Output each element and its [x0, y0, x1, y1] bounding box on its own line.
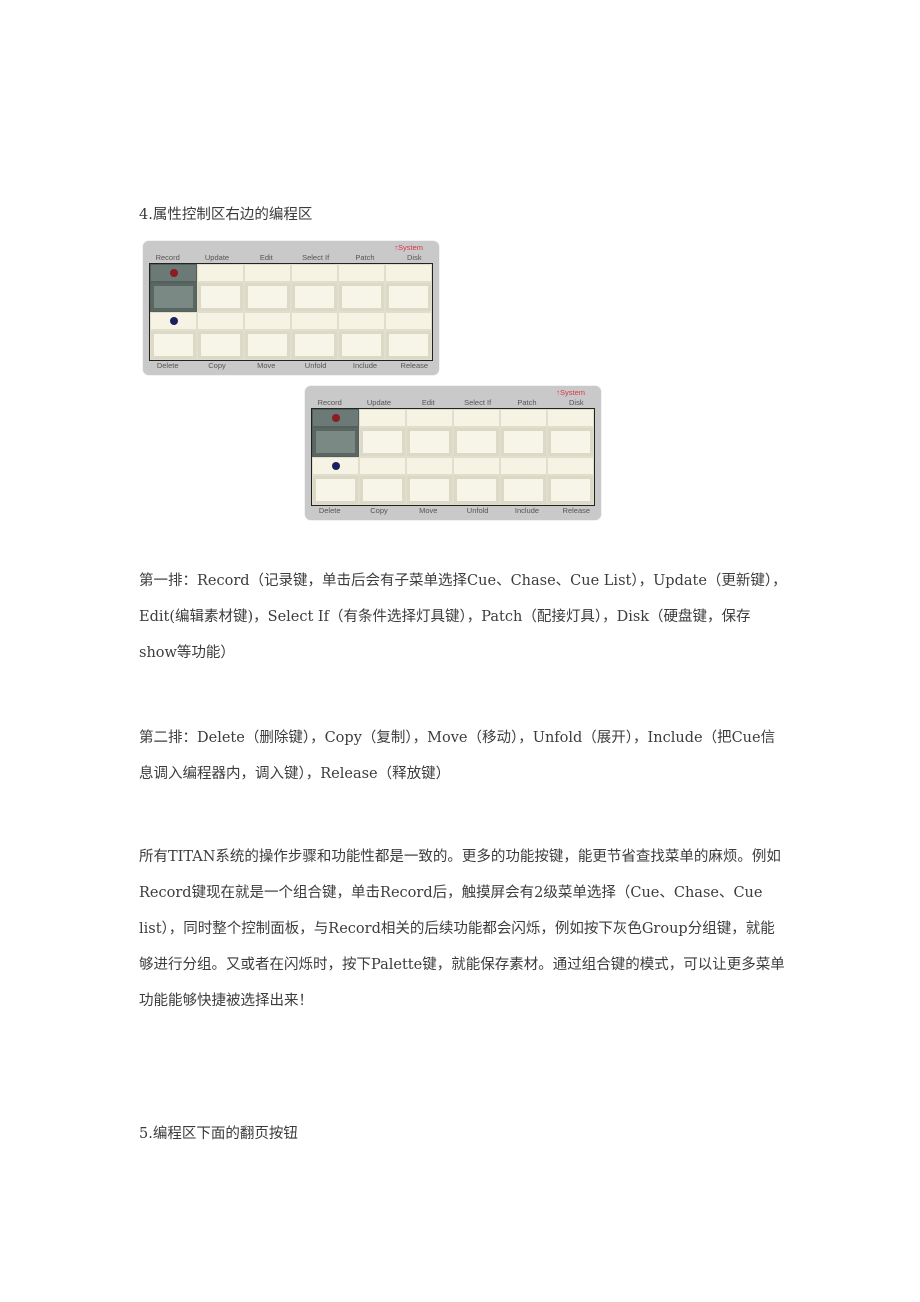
edit-key	[406, 427, 453, 457]
include-key	[500, 475, 547, 505]
key-label-delete: Delete	[156, 361, 179, 370]
key-label-unfold: Unfold	[466, 506, 489, 515]
patch-key	[500, 427, 547, 457]
first-row-description: 第一排：Record（记录键，单击后会有子菜单选择Cue、Chase、Cue L…	[139, 573, 787, 661]
record-indicator-dot	[169, 269, 178, 278]
delete-key	[150, 330, 197, 360]
delete-indicator-dot	[331, 462, 340, 471]
second-row-description: 第二排：Delete（删除键），Copy（复制），Move（移动），Unfold…	[139, 730, 776, 782]
delete-indicator-dot	[169, 317, 178, 326]
key-label-include: Include	[352, 361, 378, 370]
record-indicator-dot	[331, 414, 340, 423]
move-key	[244, 330, 291, 360]
release-key	[547, 475, 594, 505]
unfold-key	[453, 475, 500, 505]
indicator-cell	[385, 264, 432, 283]
indicator-cell	[500, 409, 547, 428]
key-label-include: Include	[514, 506, 540, 515]
section-4-heading: 4.属性控制区右边的编程区	[139, 207, 313, 223]
move-key	[406, 475, 453, 505]
bottom-row-labels: Delete Copy Move Unfold Include Release	[305, 506, 601, 518]
delete-key	[312, 475, 359, 505]
indicator-cell	[359, 457, 406, 476]
indicator-cell	[338, 264, 385, 283]
key-label-copy: Copy	[370, 506, 388, 515]
copy-key	[359, 475, 406, 505]
indicator-cell	[406, 457, 453, 476]
programming-panel-image: ↑System Record Update Edit Select If Pat…	[143, 241, 439, 375]
key-label-release: Release	[562, 506, 591, 515]
indicator-cell	[406, 409, 453, 428]
record-indicator-cell	[312, 409, 359, 428]
record-indicator-cell	[150, 264, 197, 283]
key-grid	[149, 263, 433, 361]
release-key	[385, 330, 432, 360]
select-if-key	[291, 282, 338, 312]
indicator-cell	[338, 312, 385, 331]
indicator-cell	[291, 312, 338, 331]
indicator-cell	[453, 457, 500, 476]
update-key	[359, 427, 406, 457]
indicator-cell	[500, 457, 547, 476]
key-label-move: Move	[419, 506, 438, 515]
delete-indicator-cell	[312, 457, 359, 476]
delete-indicator-cell	[150, 312, 197, 331]
copy-key	[197, 330, 244, 360]
indicator-cell	[197, 312, 244, 331]
patch-key	[338, 282, 385, 312]
key-grid	[311, 408, 595, 506]
indicator-cell	[197, 264, 244, 283]
include-key	[338, 330, 385, 360]
key-label-release: Release	[400, 361, 429, 370]
indicator-cell	[244, 312, 291, 331]
indicator-cell	[359, 409, 406, 428]
indicator-cell	[244, 264, 291, 283]
unfold-key	[291, 330, 338, 360]
indicator-cell	[291, 264, 338, 283]
select-if-key	[453, 427, 500, 457]
system-label: ↑System	[394, 243, 423, 252]
indicator-cell	[453, 409, 500, 428]
section-5-heading: 5.编程区下面的翻页按钮	[139, 1126, 298, 1142]
indicator-cell	[385, 312, 432, 331]
disk-key	[385, 282, 432, 312]
edit-key	[244, 282, 291, 312]
record-key	[312, 427, 359, 457]
record-key	[150, 282, 197, 312]
disk-key	[547, 427, 594, 457]
indicator-cell	[547, 409, 594, 428]
bottom-row-labels: Delete Copy Move Unfold Include Release	[143, 361, 439, 373]
update-key	[197, 282, 244, 312]
key-label-unfold: Unfold	[304, 361, 327, 370]
system-label: ↑System	[556, 388, 585, 397]
indicator-cell	[547, 457, 594, 476]
key-label-copy: Copy	[208, 361, 226, 370]
key-label-delete: Delete	[318, 506, 341, 515]
key-label-move: Move	[257, 361, 276, 370]
programming-panel-image-2: ↑System Record Update Edit Select If Pat…	[305, 386, 601, 520]
titan-description: 所有TITAN系统的操作步骤和功能性都是一致的。更多的功能按键，能更节省查找菜单…	[139, 849, 785, 1009]
